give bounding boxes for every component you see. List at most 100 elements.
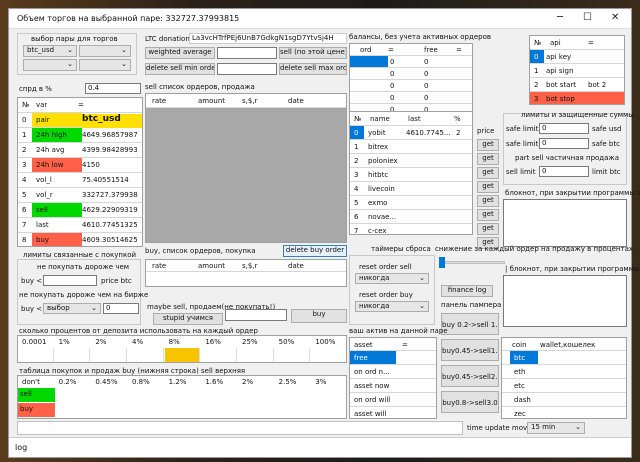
delete-sell-max-button[interactable]: delete sell max ord (279, 63, 347, 75)
delete-sell-min-button[interactable]: delete sell min order (145, 63, 215, 75)
exchange-row[interactable]: 3 hitbtc (350, 168, 472, 182)
assets-row[interactable]: free (350, 351, 436, 365)
deposit-cell[interactable] (311, 348, 346, 362)
close-icon[interactable]: ✕ (611, 12, 619, 23)
delete-buy-button[interactable]: delete buy order (283, 245, 347, 257)
get-price-button[interactable]: get (477, 139, 499, 151)
tbs-sell-cell[interactable]: sell (18, 388, 55, 402)
exchange-row[interactable]: 5 exmo (350, 196, 472, 210)
buy-pct-input[interactable]: 0 (103, 303, 139, 314)
market-row[interactable]: 5 vol_r 332727.379938 (18, 188, 142, 203)
exchange-row-name: livecoin (368, 185, 395, 193)
safe-usd-input[interactable]: 0 (539, 123, 589, 134)
get-price-button[interactable]: get (477, 181, 499, 193)
market-row[interactable]: 6 sell 4629.22909319 (18, 203, 142, 218)
sell-at-price-button[interactable]: sell (по этой цене) (279, 47, 347, 59)
wallets-row[interactable]: etc (502, 379, 626, 393)
deposit-cell[interactable] (91, 348, 127, 362)
stupid-button[interactable]: stupid учимся (153, 313, 223, 325)
delete-sell-input[interactable] (217, 63, 277, 75)
get-price-button[interactable]: get (477, 167, 499, 179)
assets-row[interactable]: asset now (350, 379, 436, 393)
exchange-row-index: 0 (350, 126, 364, 139)
time-update-select[interactable]: 15 min ⌄ (527, 422, 585, 434)
pair4-select[interactable]: ⌄ (79, 59, 131, 71)
reset-buy-value: никогда (359, 302, 390, 310)
deposit-cell[interactable] (201, 348, 237, 362)
exchange-row[interactable]: 4 livecoin (350, 182, 472, 196)
balances-row[interactable]: 00 (350, 92, 472, 104)
reduce-slider[interactable] (439, 261, 505, 264)
pump-button-4[interactable]: buy0.8->sell3.0 (441, 391, 499, 413)
get-price-button[interactable]: get (477, 195, 499, 207)
choose-select[interactable]: выбор ⌄ (43, 303, 101, 314)
wallets-row[interactable]: zec (502, 407, 626, 418)
donation-address[interactable]: La3vcHTrfPEj6UnB7GdkgN1sgD7YtvSj4H (189, 33, 347, 44)
market-row[interactable]: 2 24h avg 4399.98428993 (18, 143, 142, 158)
reset-sell-select[interactable]: никогда ⌄ (355, 273, 429, 284)
market-row[interactable]: 3 24h low 4150 (18, 158, 142, 173)
exchange-row-index: 6 (354, 213, 359, 221)
pair2-select[interactable]: ⌄ (79, 45, 131, 57)
get-price-button[interactable]: get (477, 153, 499, 165)
exchange-row[interactable]: 2 poloniex (350, 154, 472, 168)
exchange-row[interactable]: 6 novae... (350, 210, 472, 224)
minimize-icon[interactable]: ─ (557, 12, 563, 23)
market-row[interactable]: 0 pair btc_usd (18, 113, 142, 128)
buy-button[interactable]: buy (291, 309, 347, 323)
assets-row[interactable]: asset will (350, 407, 436, 418)
finance-log-button[interactable]: finance log (441, 285, 493, 297)
market-row[interactable]: 8 buy 4609.30514625 (18, 233, 142, 246)
balances-row[interactable]: 00 (350, 80, 472, 92)
api-row[interactable]: 3 bot stop (530, 92, 624, 104)
assets-table: asset = free on ord n... asset now on ord wil… (349, 337, 437, 419)
deposit-cell[interactable] (55, 348, 91, 362)
sell-limit-input[interactable]: 0 (539, 166, 589, 177)
get-price-button[interactable]: get (477, 223, 499, 235)
reduce-slider-thumb[interactable] (439, 257, 445, 268)
assets-row[interactable]: on ord n... (350, 365, 436, 379)
assets-header: asset = (350, 338, 436, 351)
notepad2-text[interactable] (503, 275, 627, 327)
deposit-cell[interactable] (275, 348, 311, 362)
deposit-cell[interactable] (128, 348, 164, 362)
weighted-average-button[interactable]: weighted average (145, 47, 215, 59)
donation-label: LTC donation (145, 35, 190, 43)
wallets-row-coin: dash (514, 396, 531, 404)
wallets-row[interactable]: btc (502, 351, 626, 365)
pump-button-2[interactable]: buy0.45->sell1.6 (441, 339, 499, 361)
maybe-sell-input[interactable] (225, 309, 287, 321)
status-field[interactable] (17, 421, 463, 435)
notepad1-text[interactable] (503, 199, 627, 247)
exchange-row[interactable]: 0 yobit 4610.7745... 2 (350, 126, 472, 140)
tbs-buy-cell[interactable]: buy (18, 403, 55, 417)
api-row[interactable]: 2 bot start bot 2 (530, 78, 624, 92)
wallets-row[interactable]: eth (502, 365, 626, 379)
market-row[interactable]: 4 vol_l 75.40551514 (18, 173, 142, 188)
balances-row[interactable]: 00 (350, 68, 472, 80)
reset-buy-select[interactable]: никогда ⌄ (355, 301, 429, 312)
maximize-icon[interactable]: ☐ (583, 12, 592, 23)
exchange-row[interactable]: 1 bitrex (350, 140, 472, 154)
buy-price-input[interactable] (43, 275, 97, 286)
pump-button-1[interactable]: buy 0.2->sell 1.2 (441, 313, 499, 335)
wallets-row[interactable]: dash (502, 393, 626, 407)
deposit-cell[interactable] (164, 348, 201, 362)
pair3-select[interactable]: ⌄ (23, 59, 77, 71)
market-row[interactable]: 1 24h high 4649.96857987 (18, 128, 142, 143)
exchange-row-name: novae... (368, 213, 397, 221)
assets-row[interactable]: on ord will (350, 393, 436, 407)
api-row[interactable]: 0 api key (530, 50, 624, 64)
deposit-cell[interactable] (18, 348, 54, 362)
market-row[interactable]: 7 last 4610.77451325 (18, 218, 142, 233)
spread-input[interactable]: 0.4 (85, 83, 141, 94)
pair-select[interactable]: btc_usd ⌄ (23, 45, 77, 57)
pump-button-3[interactable]: buy0.45->sell2.0 (441, 365, 499, 387)
api-row[interactable]: 1 api sign (530, 64, 624, 78)
balances-row[interactable]: 00 (350, 56, 472, 68)
get-price-button[interactable]: get (477, 209, 499, 221)
safe-btc-input[interactable]: 0 (539, 138, 589, 149)
exchange-row[interactable]: 7 c-cex (350, 224, 472, 234)
deposit-cell[interactable] (238, 348, 274, 362)
weighted-input[interactable] (217, 47, 277, 59)
